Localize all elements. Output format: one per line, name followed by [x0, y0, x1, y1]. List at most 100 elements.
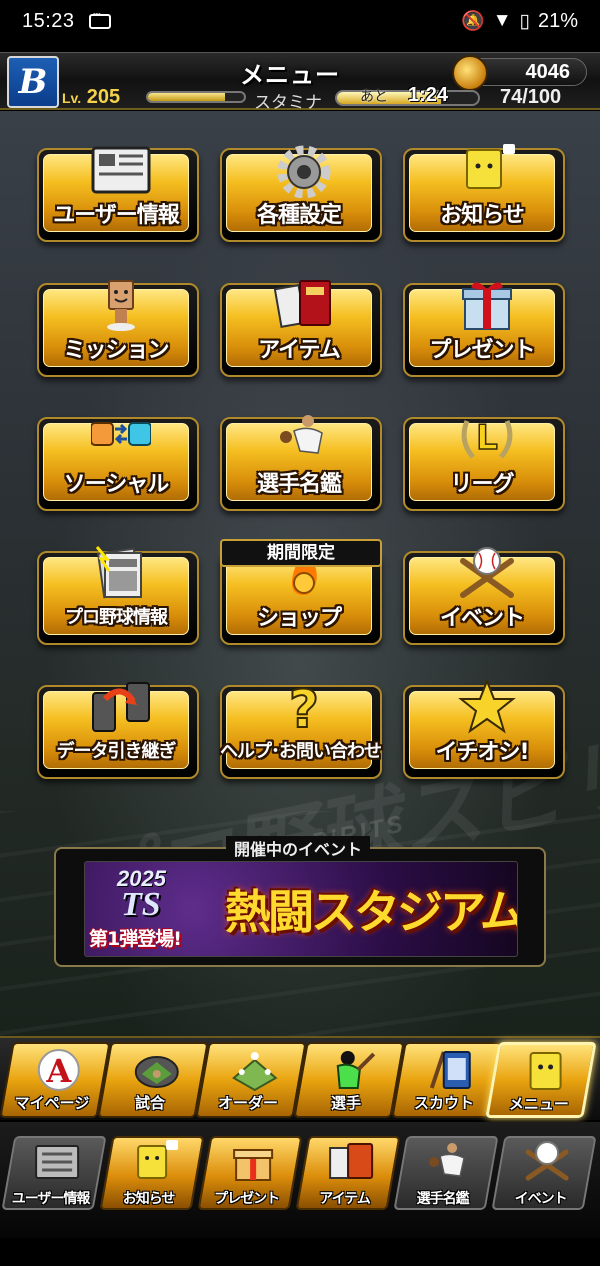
field-order-icon — [232, 1052, 278, 1092]
team-logo[interactable]: B — [7, 56, 59, 108]
shortcut-player-directory[interactable]: 選手名鑑 — [393, 1136, 499, 1210]
banner-title: 熱闘スタジアム — [225, 885, 518, 939]
social-faces-icon — [91, 422, 151, 446]
stamina-recover-time: 1:24 — [408, 84, 449, 106]
nav-label: スカウト — [414, 1094, 475, 1112]
shortcut-user-info[interactable]: ユーザー情報 — [1, 1136, 107, 1210]
menu-label: ヘルプ･お問い合わせ — [220, 741, 382, 762]
a-logo-icon: A — [37, 1049, 80, 1091]
menu-label: ミッション — [63, 338, 169, 363]
nav-label: 選手名鑑 — [416, 1191, 469, 1207]
menu-label: お知らせ — [440, 203, 525, 228]
gesture-bar — [0, 1238, 600, 1266]
phone-transfer-icon — [92, 682, 150, 732]
menu-label: 各種設定 — [256, 203, 342, 228]
nav-order[interactable]: オーダー — [195, 1042, 307, 1118]
menu-recommend-button[interactable]: イチオシ! — [403, 679, 565, 779]
coin-count: 4046 — [525, 61, 571, 83]
laurel-l-icon: L — [461, 417, 513, 459]
menu-item-button[interactable]: アイテム — [220, 280, 382, 377]
level-prefix: Lv. — [62, 90, 82, 106]
shortcut-present[interactable]: プレゼント — [197, 1136, 303, 1210]
baseball-bats-icon — [525, 1141, 569, 1181]
item-book-icon — [274, 280, 331, 328]
menu-data-transfer-button[interactable]: データ引き継ぎ — [37, 682, 199, 779]
svg-text:A: A — [45, 1052, 72, 1090]
mascot-mission-icon — [107, 280, 135, 331]
nav-label: 試合 — [135, 1094, 166, 1112]
mascot-menu-icon — [529, 1052, 562, 1090]
recover-prefix: あと — [360, 89, 388, 105]
batter-icon — [336, 1051, 376, 1089]
shortcut-notice[interactable]: お知らせ — [99, 1136, 205, 1210]
nav-menu[interactable]: メニュー — [485, 1042, 597, 1118]
nav-label: イベント — [514, 1191, 567, 1207]
star-icon — [458, 679, 516, 734]
svg-text:L: L — [476, 418, 498, 458]
pitcher-icon — [280, 415, 323, 454]
top-header: B メニュー 4046 Lv. 205 スタミナ あと 1:24 74/100 — [0, 52, 600, 113]
menu-label: データ引き継ぎ — [56, 741, 177, 762]
gear-icon — [277, 145, 331, 198]
shortcut-item[interactable]: アイテム — [295, 1136, 401, 1210]
menu-help-contact-button[interactable]: ? ヘルプ･お問い合わせ — [220, 679, 382, 779]
event-banner[interactable]: 2025 TS 第1弾登場! 熱闘スタジアム — [84, 861, 518, 957]
nav-mypage[interactable]: A マイページ — [0, 1042, 111, 1118]
exp-bar — [146, 91, 246, 103]
menu-settings-button[interactable]: 各種設定 — [220, 145, 382, 242]
player-level: Lv. 205 — [62, 86, 120, 109]
nav-match[interactable]: 試合 — [97, 1042, 209, 1118]
nav-scout[interactable]: スカウト — [391, 1042, 503, 1118]
nav-label: アイテム — [319, 1191, 370, 1207]
menu-label: アイテム — [258, 338, 341, 363]
stamina-label: スタミナ — [254, 93, 322, 113]
scout-card-icon — [429, 1051, 471, 1089]
status-icons: 🔕 ▼ ▯ 21% — [461, 9, 578, 33]
newspaper-icon — [91, 146, 151, 194]
primary-nav: A マイページ 試合 オーダー 選手 スカウト メニュー — [0, 1036, 600, 1120]
coin-icon — [452, 55, 488, 91]
nav-player[interactable]: 選手 — [293, 1042, 405, 1118]
gift-box-icon — [462, 282, 512, 330]
baseball-bats-icon — [460, 547, 514, 598]
menu-league-button[interactable]: L リーグ — [403, 417, 565, 511]
mascot-notice-icon — [137, 1140, 179, 1179]
battery-percent: 21% — [537, 9, 578, 32]
menu-player-directory-button[interactable]: 選手名鑑 — [220, 415, 382, 511]
menu-area: プロ野球スピリッツA PROFESSIONAL SPIRITS ユーザー情報 各… — [0, 111, 600, 1036]
nav-label: お知らせ — [122, 1191, 175, 1207]
wifi-icon: ▼ — [492, 10, 512, 31]
nav-label: オーダー — [218, 1094, 279, 1112]
menu-label: ユーザー情報 — [53, 203, 180, 228]
menu-mission-button[interactable]: ミッション — [37, 280, 199, 377]
nav-label: マイページ — [14, 1094, 90, 1112]
menu-social-button[interactable]: ソーシャル — [37, 417, 199, 511]
stamina-value: 74/100 — [500, 86, 562, 108]
stadium-icon — [134, 1056, 179, 1088]
coin-balance[interactable]: 4046 — [452, 55, 587, 91]
shortcut-event[interactable]: イベント — [491, 1136, 597, 1210]
menu-label: プレゼント — [429, 338, 535, 363]
message-notification-icon — [88, 10, 111, 29]
nav-label: メニュー — [508, 1095, 569, 1113]
nav-label: プレゼント — [214, 1191, 280, 1207]
menu-notice-button[interactable]: お知らせ — [403, 144, 565, 242]
newspaper-icon — [35, 1145, 80, 1179]
menu-label: プロ野球情報 — [65, 607, 168, 628]
menu-label: ショップ — [256, 606, 342, 631]
mascot-notice-icon — [466, 144, 515, 189]
menu-present-button[interactable]: プレゼント — [403, 282, 565, 377]
pitcher-icon — [429, 1143, 465, 1177]
menu-user-info-button[interactable]: ユーザー情報 — [37, 146, 199, 242]
menu-label: リーグ — [450, 472, 514, 497]
menu-label: ソーシャル — [63, 472, 170, 497]
battery-icon: ▯ — [519, 10, 530, 32]
nav-label: 選手 — [331, 1094, 362, 1112]
page-title: メニュー — [240, 61, 340, 89]
event-section-title: 開催中のイベント — [226, 836, 371, 860]
menu-event-button[interactable]: イベント — [403, 547, 565, 645]
question-icon: ? — [288, 679, 320, 735]
banner-ts: TS — [121, 886, 161, 923]
menu-pro-baseball-info-button[interactable]: プロ野球情報 — [37, 546, 199, 645]
newspaper-stack-icon — [95, 546, 142, 599]
